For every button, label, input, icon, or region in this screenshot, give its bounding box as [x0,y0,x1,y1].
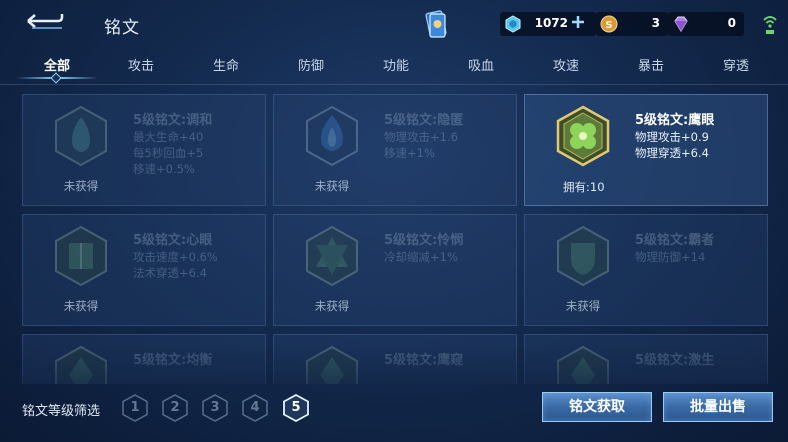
svg-text:S: S [605,20,612,31]
diamond-icon [505,15,521,33]
level-filter-5[interactable]: 5 [283,394,309,422]
gem-counter: 0 [668,12,744,36]
level-filter-label-5: 5 [291,400,301,415]
inscription-card[interactable]: 5级铭文:激生 [524,334,768,384]
bulk-sell-button[interactable]: 批量出售 [663,392,773,422]
inscription-attr: 最大生命+40 [133,130,204,144]
inscription-status: 未获得 [314,179,350,193]
wifi-signal-icon [763,16,777,34]
green-star-icon [306,225,358,287]
level-filter-label: 铭文等级筛选 [22,404,101,419]
inscription-name: 5级铭文:隐匿 [384,113,464,128]
inscription-name: 5级铭文:霸者 [635,233,715,248]
card-collection-icon[interactable] [424,10,448,40]
inscription-name: 5级铭文:鹰眼 [635,113,715,128]
inscription-card[interactable]: 5级铭文:隐匿 物理攻击+1.6 移速+1% 未获得 [273,94,517,206]
inscription-attr: 每5秒回血+5 [133,146,204,160]
green-shard-icon [55,345,107,384]
tab-utility[interactable]: 功能 [366,55,426,74]
green-shield-icon [557,225,609,287]
level-filter-4[interactable]: 4 [242,394,268,422]
inscription-card[interactable]: 5级铭文:鹰眼 物理攻击+0.9 物理穿透+6.4 拥有:10 [524,94,768,206]
acquire-inscription-button[interactable]: 铭文获取 [542,392,652,422]
inscription-card[interactable]: 5级铭文:鹰窥 [273,334,517,384]
tab-crit[interactable]: 暴击 [621,55,681,74]
inscription-attr: 物理防御+14 [635,250,706,264]
tab-penetration[interactable]: 穿透 [706,55,766,74]
level-filter-label-4: 4 [250,400,260,415]
gem-value: 0 [727,16,736,30]
tab-lifesteal[interactable]: 吸血 [451,55,511,74]
green-shard-icon [557,345,609,384]
inscription-attr: 冷却缩减+1% [384,250,458,264]
inscription-grid[interactable]: 5级铭文:调和 最大生命+40 每5秒回血+5 移速+0.5% 未获得 5级铭文… [22,94,768,384]
level-filter-2[interactable]: 2 [162,394,188,422]
level-filter-3[interactable]: 3 [202,394,228,422]
tab-attack-speed[interactable]: 攻速 [536,55,596,74]
green-book-icon [55,225,107,287]
green-shard-icon [306,345,358,384]
inscription-name: 5级铭文:心眼 [133,233,213,248]
level-filter-label-1: 1 [130,400,140,415]
back-arrow-icon[interactable] [22,10,66,32]
inscription-name: 5级铭文:均衡 [133,353,213,368]
inscription-status: 未获得 [63,299,99,313]
gold-counter: S 3 [596,12,668,36]
inscription-name: 5级铭文:怜悯 [384,233,464,248]
category-tabs: 全部 攻击 生命 防御 功能 吸血 攻速 暴击 穿透 [0,50,788,80]
inscription-attr: 攻击速度+0.6% [133,250,218,264]
gold-coin-icon: S [600,15,618,33]
inscription-card[interactable]: 5级铭文:霸者 物理防御+14 未获得 [524,214,768,326]
inscription-attr: 物理穿透+6.4 [635,146,709,160]
diamond-value: 1072 [534,16,568,30]
level-filter-1[interactable]: 1 [122,394,148,422]
inscription-card[interactable]: 5级铭文:心眼 攻击速度+0.6% 法术穿透+6.4 未获得 [22,214,266,326]
inscription-card[interactable]: 5级铭文:均衡 [22,334,266,384]
tab-health[interactable]: 生命 [196,55,256,74]
inscription-attr: 物理攻击+1.6 [384,130,458,144]
tabs-divider [0,84,788,85]
inscription-attr: 移速+1% [384,146,435,160]
inscription-attr: 物理攻击+0.9 [635,130,709,144]
tab-all[interactable]: 全部 [27,55,87,74]
top-bar: 铭文 1072 S 3 0 [0,0,788,48]
blue-flame-icon [306,105,358,167]
add-diamond-icon[interactable] [570,14,586,30]
gem-icon [674,16,688,32]
inscription-status: 未获得 [63,179,99,193]
level-filter-label-2: 2 [170,400,180,415]
bottom-bar: 铭文等级筛选 1 2 3 4 5 铭文获取 批量出售 [0,382,788,442]
inscription-card[interactable]: 5级铭文:怜悯 冷却缩减+1% 未获得 [273,214,517,326]
gold-value: 3 [651,16,660,30]
inscription-attr: 移速+0.5% [133,162,195,176]
inscription-status: 未获得 [314,299,350,313]
inscription-owned-count: 拥有:10 [563,180,605,194]
inscription-name: 5级铭文:调和 [133,113,213,128]
tab-attack[interactable]: 攻击 [111,55,171,74]
inscription-card[interactable]: 5级铭文:调和 最大生命+40 每5秒回血+5 移速+0.5% 未获得 [22,94,266,206]
inscription-status: 未获得 [565,299,601,313]
tab-defense[interactable]: 防御 [281,55,341,74]
inscription-name: 5级铭文:激生 [635,353,715,368]
level-filter-label-3: 3 [210,400,220,415]
green-clover-icon [556,105,610,167]
inscription-attr: 法术穿透+6.4 [133,266,207,280]
page-title: 铭文 [104,18,140,38]
teal-drop-icon [55,105,107,167]
inscription-name: 5级铭文:鹰窥 [384,353,464,368]
